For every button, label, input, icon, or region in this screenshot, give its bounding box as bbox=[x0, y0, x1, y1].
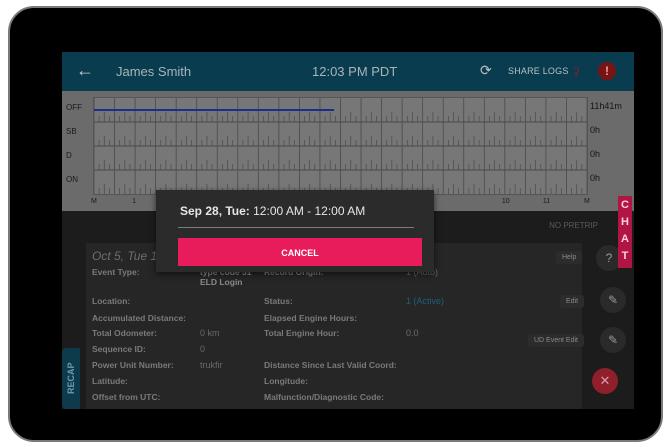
dialog-date: Sep 28, Tue: bbox=[180, 204, 250, 218]
location-label: Location: bbox=[92, 296, 131, 306]
edit-button-label[interactable]: Edit bbox=[560, 295, 585, 308]
graph-row-label-d: D bbox=[66, 151, 72, 160]
status-label: Status: bbox=[264, 296, 293, 306]
elapsed-engine-hours-label: Elapsed Engine Hours: bbox=[264, 313, 358, 323]
graph-row-label-on: ON bbox=[66, 175, 78, 184]
total-odometer-value: 0 km bbox=[200, 328, 220, 338]
power-unit-value: trukfir bbox=[200, 360, 223, 370]
share-logs-button[interactable]: SHARE LOGS bbox=[508, 66, 569, 76]
current-time: 12:03 PM PDT bbox=[312, 64, 398, 79]
refresh-icon[interactable]: ⟳ bbox=[480, 62, 492, 79]
graph-row-label-sb: SB bbox=[66, 127, 77, 136]
distance-since-coord-label: Distance Since Last Valid Coord: bbox=[264, 360, 397, 370]
wifi-off-icon: ⚳ bbox=[572, 66, 581, 78]
sequence-id-label: Sequence ID: bbox=[92, 344, 146, 354]
duty-status-grid bbox=[93, 97, 588, 195]
chat-tab-label: CHAT bbox=[621, 199, 629, 262]
power-unit-label: Power Unit Number: bbox=[92, 360, 174, 370]
hour-label: 10 bbox=[501, 198, 510, 205]
cancel-button[interactable]: CANCEL bbox=[178, 238, 422, 266]
graph-total-off: 11h41m bbox=[590, 101, 622, 111]
no-pretrip-label: NO PRETRIP bbox=[549, 221, 598, 230]
pencil-icon[interactable]: ✎ bbox=[600, 327, 626, 353]
event-date: Oct 5, Tue 1 bbox=[92, 249, 158, 263]
recap-tab[interactable]: RECAP bbox=[62, 348, 80, 409]
longitude-label: Longitude: bbox=[264, 376, 308, 386]
app-screen: ← James Smith 12:03 PM PDT ⟳ SHARE LOGS … bbox=[62, 52, 634, 409]
date-range-dialog: Sep 28, Tue: 12:00 AM - 12:00 AM CANCEL bbox=[156, 190, 434, 272]
ud-event-edit-label[interactable]: UD Event Edit bbox=[528, 334, 584, 347]
graph-row-label-off: OFF bbox=[66, 103, 82, 112]
hour-label: M bbox=[584, 198, 590, 205]
help-button-label[interactable]: Help bbox=[556, 251, 583, 264]
alert-icon[interactable]: ! bbox=[598, 62, 616, 80]
total-engine-hour-value: 0.0 bbox=[406, 328, 419, 338]
chat-tab[interactable]: CHAT bbox=[618, 196, 632, 268]
hour-label: 11 bbox=[542, 198, 551, 205]
event-type-label: Event Type: bbox=[92, 267, 140, 277]
graph-total-sb: 0h bbox=[590, 125, 601, 135]
pencil-icon[interactable]: ✎ bbox=[600, 287, 626, 313]
hour-label: M bbox=[91, 198, 97, 205]
status-value: 1 (Active) bbox=[406, 296, 445, 306]
total-odometer-label: Total Odometer: bbox=[92, 328, 158, 338]
offset-utc-label: Offset from UTC: bbox=[92, 392, 161, 402]
sequence-id-value: 0 bbox=[200, 344, 206, 354]
hour-label: 1 bbox=[132, 198, 136, 205]
app-bar: ← James Smith 12:03 PM PDT ⟳ SHARE LOGS … bbox=[62, 52, 634, 91]
total-engine-hour-label: Total Engine Hour: bbox=[264, 328, 340, 338]
divider bbox=[178, 227, 414, 228]
latitude-label: Latitude: bbox=[92, 376, 128, 386]
dialog-date-range: Sep 28, Tue: 12:00 AM - 12:00 AM bbox=[180, 204, 365, 218]
arrow-left-icon[interactable]: ← bbox=[76, 60, 94, 81]
dialog-time-range: 12:00 AM - 12:00 AM bbox=[249, 204, 366, 218]
accumulated-distance-label: Accumulated Distance: bbox=[92, 313, 186, 323]
graph-total-d: 0h bbox=[590, 149, 601, 159]
malfunction-code-label: Malfunction/Diagnostic Code: bbox=[264, 392, 384, 402]
graph-total-on: 0h bbox=[590, 173, 601, 183]
driver-name: James Smith bbox=[116, 64, 192, 79]
close-icon[interactable]: ✕ bbox=[592, 368, 618, 394]
